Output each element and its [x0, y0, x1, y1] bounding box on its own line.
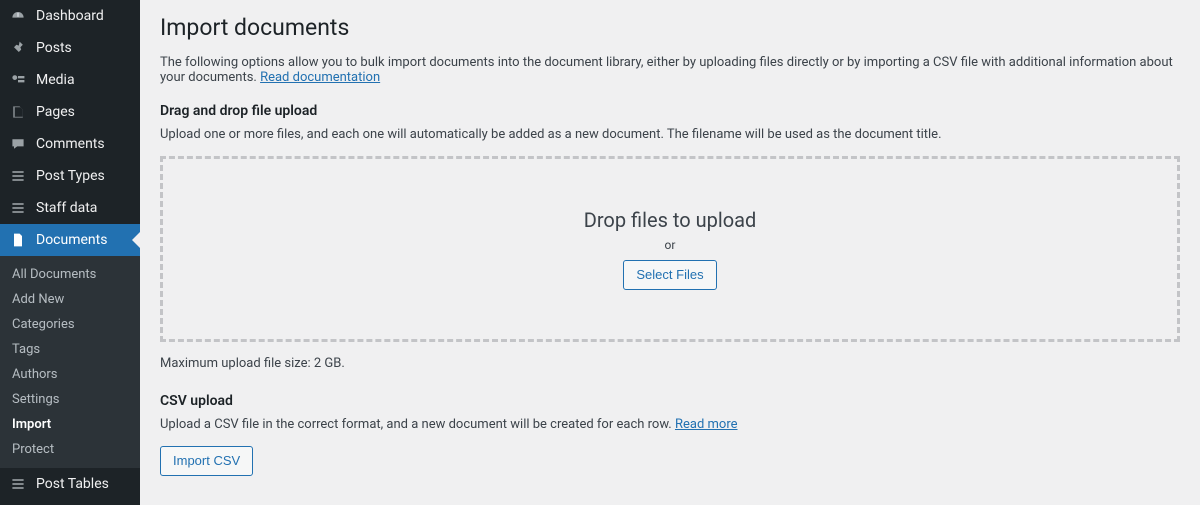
sidebar-item-pages[interactable]: Pages [0, 96, 140, 128]
list-icon [8, 200, 28, 216]
main-content: Import documents The following options a… [140, 0, 1200, 505]
sidebar-item-label: Posts [36, 40, 132, 56]
sidebar-item-label: Media [36, 72, 132, 88]
sidebar-item-dashboard[interactable]: Dashboard [0, 0, 140, 32]
sidebar-item-label: Post Tables [36, 476, 132, 492]
media-icon [8, 72, 28, 88]
submenu-item-authors[interactable]: Authors [0, 362, 140, 387]
submenu-item-import[interactable]: Import [0, 412, 140, 437]
drop-title-text: Drop files to upload [584, 208, 757, 232]
sidebar-item-label: Comments [36, 136, 132, 152]
page-icon [8, 104, 28, 120]
sidebar-item-label: Dashboard [36, 8, 132, 24]
drop-or-text: or [665, 238, 676, 252]
import-csv-button[interactable]: Import CSV [160, 446, 253, 476]
page-title: Import documents [160, 5, 1180, 45]
drag-drop-description: Upload one or more files, and each one w… [160, 127, 1180, 142]
pin-icon [8, 40, 28, 56]
sidebar-item-staff-data[interactable]: Staff data [0, 192, 140, 224]
read-more-link[interactable]: Read more [675, 417, 738, 432]
submenu-item-settings[interactable]: Settings [0, 387, 140, 412]
sidebar-item-media[interactable]: Media [0, 64, 140, 96]
submenu-item-all-documents[interactable]: All Documents [0, 262, 140, 287]
sidebar-item-comments[interactable]: Comments [0, 128, 140, 160]
sidebar-item-posts[interactable]: Posts [0, 32, 140, 64]
sidebar-item-label: Documents [36, 232, 132, 248]
sidebar-submenu: All Documents Add New Categories Tags Au… [0, 256, 140, 468]
intro-paragraph: The following options allow you to bulk … [160, 55, 1180, 85]
csv-upload-description: Upload a CSV file in the correct format,… [160, 417, 1180, 432]
file-dropzone[interactable]: Drop files to upload or Select Files [160, 156, 1180, 342]
select-files-button[interactable]: Select Files [623, 260, 716, 290]
submenu-item-protect[interactable]: Protect [0, 437, 140, 462]
sidebar-item-label: Staff data [36, 200, 132, 216]
read-documentation-link[interactable]: Read documentation [260, 70, 380, 85]
sidebar-item-label: Post Types [36, 168, 132, 184]
sidebar-item-label: Pages [36, 104, 132, 120]
csv-upload-heading: CSV upload [160, 393, 1180, 409]
drag-drop-heading: Drag and drop file upload [160, 103, 1180, 119]
admin-sidebar: Dashboard Posts Media Pages Comments [0, 0, 140, 505]
sidebar-item-post-types[interactable]: Post Types [0, 160, 140, 192]
list-icon [8, 168, 28, 184]
max-upload-note: Maximum upload file size: 2 GB. [160, 356, 1180, 371]
comment-icon [8, 136, 28, 152]
sidebar-item-documents[interactable]: Documents [0, 224, 140, 256]
document-icon [8, 232, 28, 248]
submenu-item-tags[interactable]: Tags [0, 337, 140, 362]
dashboard-icon [8, 8, 28, 24]
submenu-item-categories[interactable]: Categories [0, 312, 140, 337]
sidebar-item-post-tables[interactable]: Post Tables [0, 468, 140, 500]
csv-desc-text: Upload a CSV file in the correct format,… [160, 417, 675, 432]
submenu-item-add-new[interactable]: Add New [0, 287, 140, 312]
list-icon [8, 476, 28, 492]
